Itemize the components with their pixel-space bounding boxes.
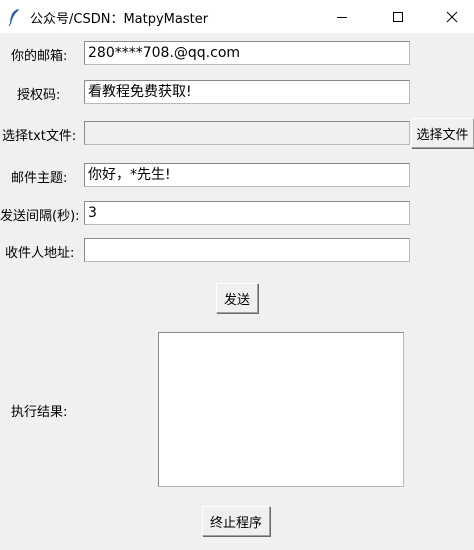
close-icon bbox=[446, 11, 458, 23]
email-field[interactable]: 280****708.@qq.com bbox=[84, 41, 410, 65]
window-title: 公众号/CSDN：MatpyMaster bbox=[30, 12, 209, 27]
title-bar: 公众号/CSDN：MatpyMaster bbox=[0, 0, 474, 33]
minimize-button[interactable] bbox=[320, 0, 364, 33]
txt-file-label: 选择txt文件: bbox=[2, 129, 77, 144]
result-label: 执行结果: bbox=[11, 405, 68, 420]
interval-label: 发送间隔(秒): bbox=[0, 209, 80, 224]
subject-field[interactable]: 你好，*先生! bbox=[84, 163, 410, 187]
minimize-icon bbox=[337, 17, 347, 18]
interval-field[interactable]: 3 bbox=[84, 201, 410, 225]
choose-file-button[interactable]: 选择文件 bbox=[411, 118, 474, 148]
maximize-icon bbox=[393, 12, 403, 22]
send-button[interactable]: 发送 bbox=[216, 283, 258, 313]
recipient-field[interactable] bbox=[84, 238, 410, 262]
txt-file-path-field bbox=[84, 121, 410, 145]
subject-label: 邮件主题: bbox=[11, 171, 68, 186]
maximize-button[interactable] bbox=[376, 0, 420, 33]
stop-program-button[interactable]: 终止程序 bbox=[202, 506, 270, 536]
auth-code-field[interactable]: 看教程免费获取! bbox=[84, 80, 410, 104]
close-button[interactable] bbox=[430, 0, 474, 33]
recipient-label: 收件人地址: bbox=[5, 246, 75, 261]
result-textarea[interactable] bbox=[158, 332, 404, 487]
email-label: 你的邮箱: bbox=[11, 49, 68, 64]
auth-code-label: 授权码: bbox=[17, 88, 61, 103]
feather-icon bbox=[8, 9, 19, 26]
